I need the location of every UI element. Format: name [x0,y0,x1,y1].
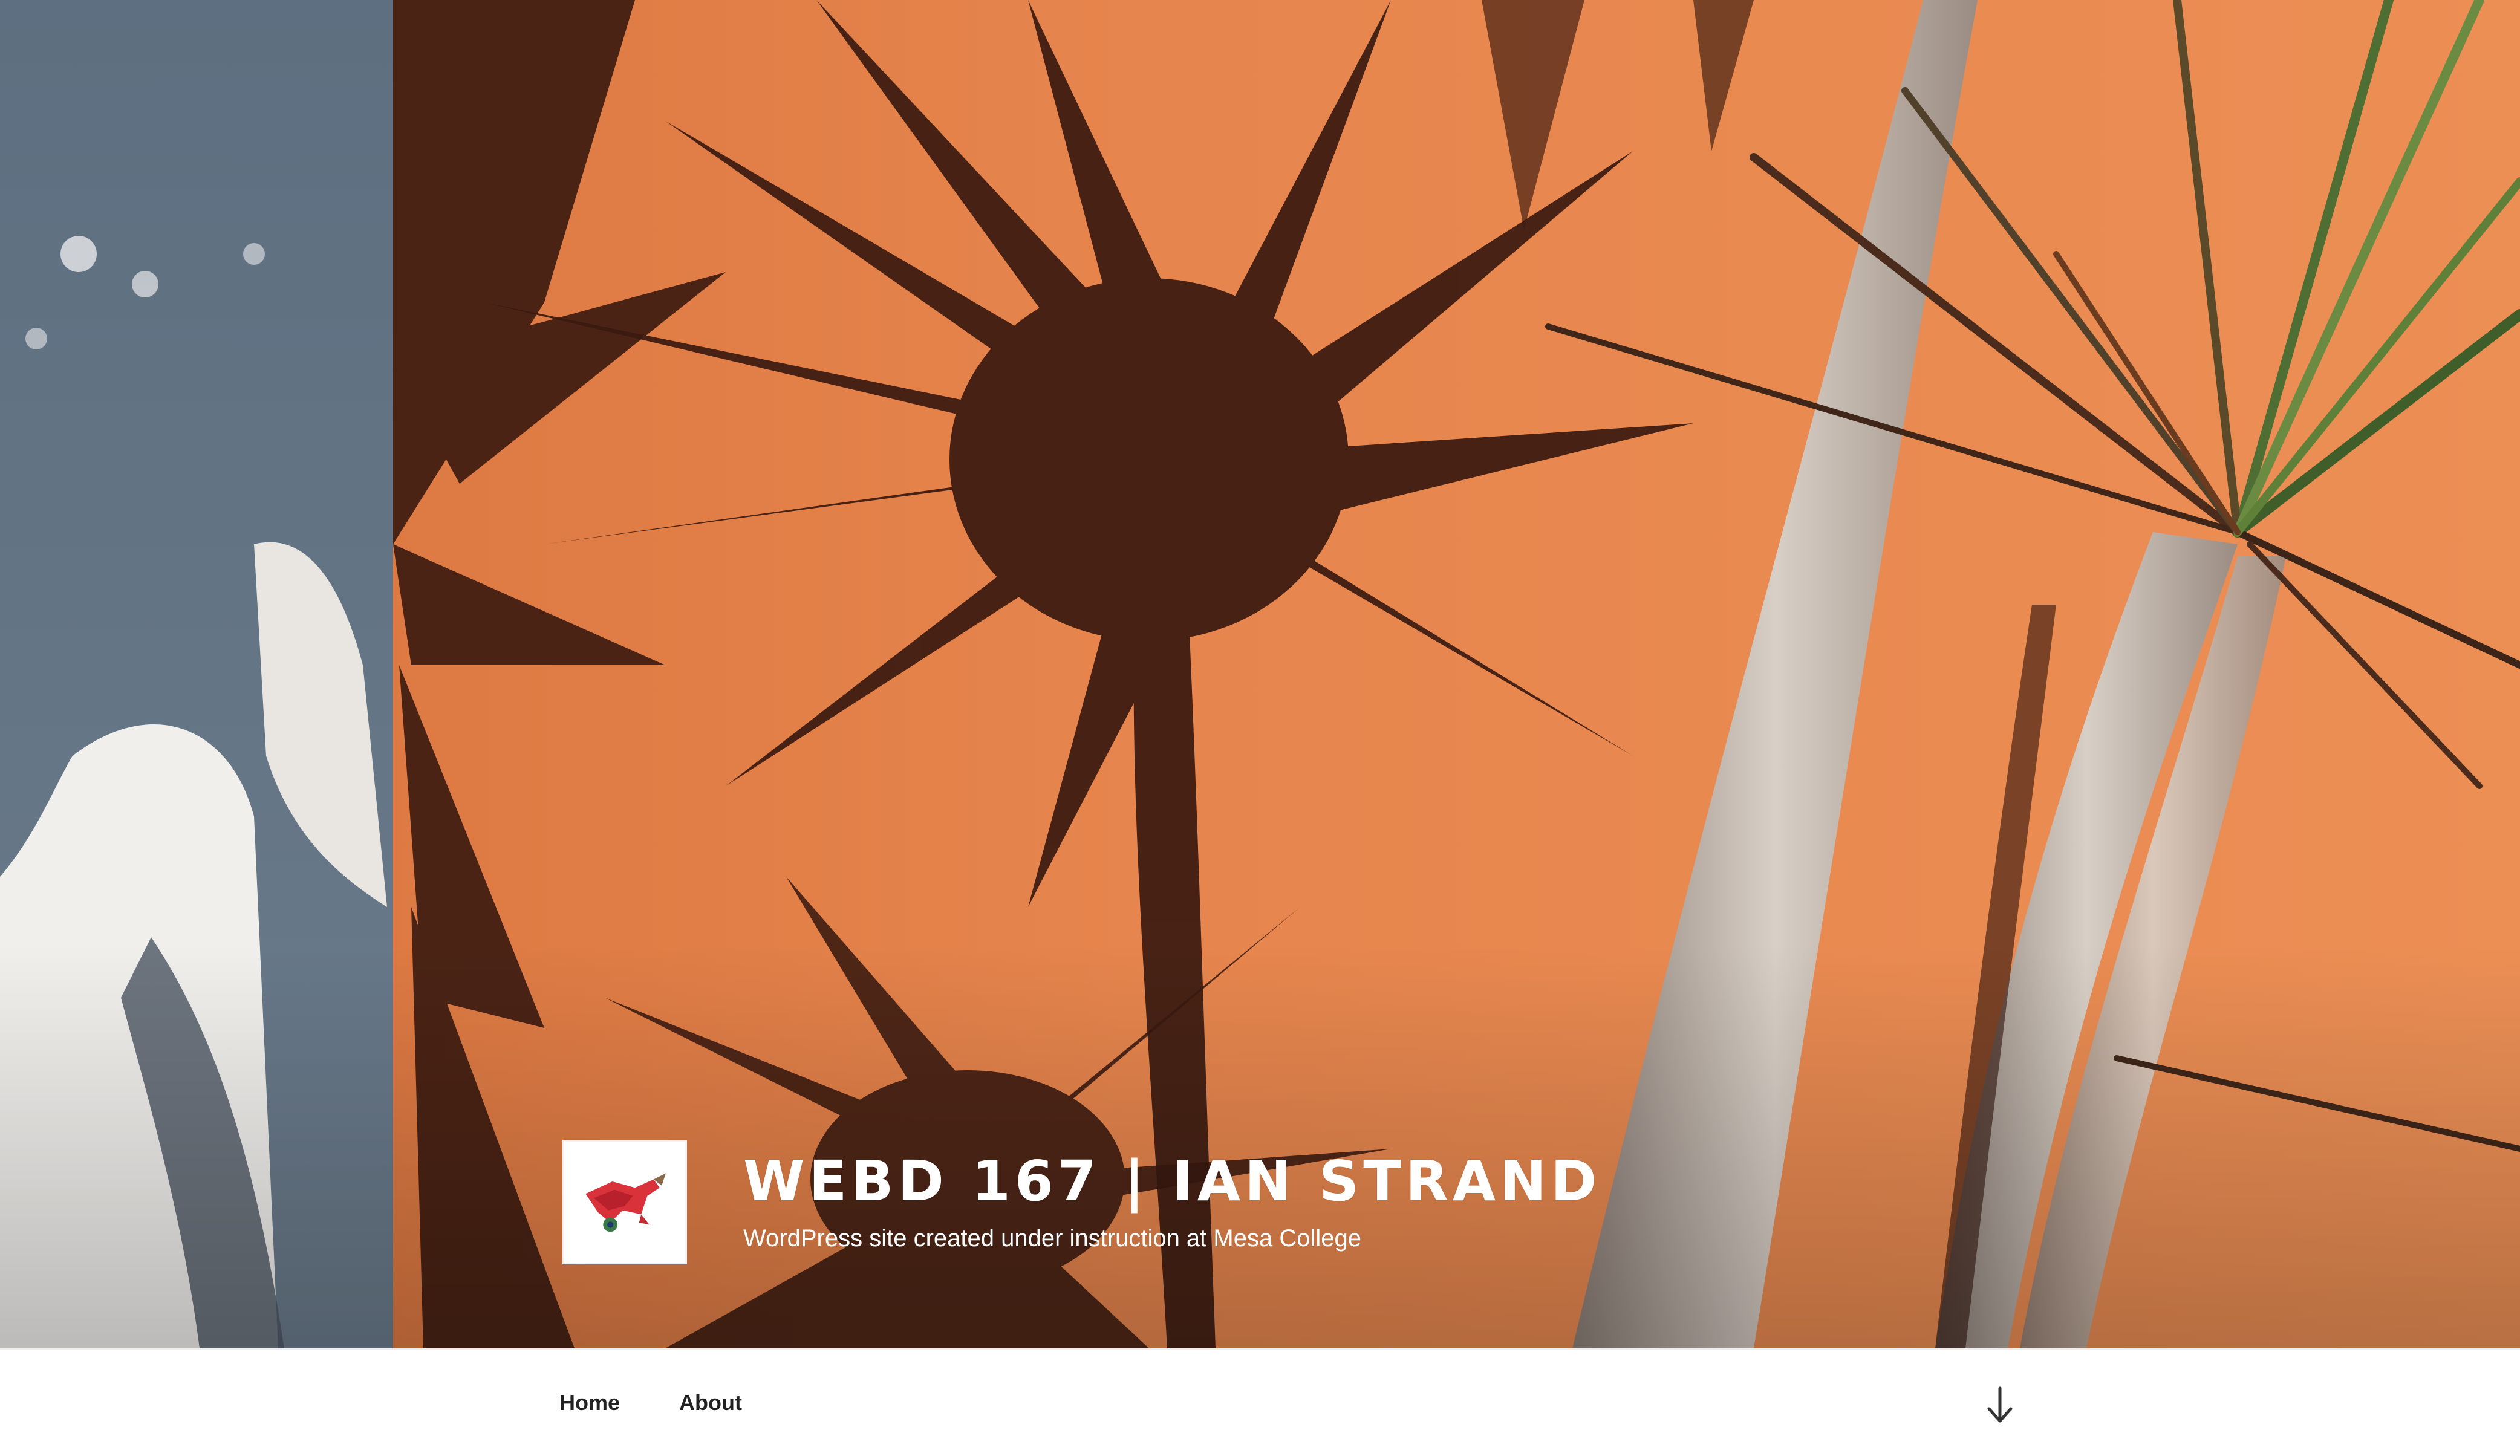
site-logo-link[interactable] [562,1140,687,1264]
header-hero: WEBD 167 | IAN STRAND WordPress site cre… [0,0,2520,1348]
nav-menu: Home About [559,1350,801,1456]
site-text: WEBD 167 | IAN STRAND WordPress site cre… [743,1154,1601,1252]
arrow-down-icon[interactable] [1985,1385,2015,1425]
nav-item-home[interactable]: Home [559,1390,620,1415]
site-logo-red-creature-icon [585,1173,666,1232]
main-navigation: Home About [0,1348,2520,1456]
site-description: WordPress site created under instruction… [743,1225,1361,1252]
site-title[interactable]: WEBD 167 | IAN STRAND [743,1154,1601,1209]
nav-item-about[interactable]: About [679,1390,742,1415]
site-branding: WEBD 167 | IAN STRAND WordPress site cre… [562,1140,1601,1264]
page: WEBD 167 | IAN STRAND WordPress site cre… [0,0,2520,1456]
